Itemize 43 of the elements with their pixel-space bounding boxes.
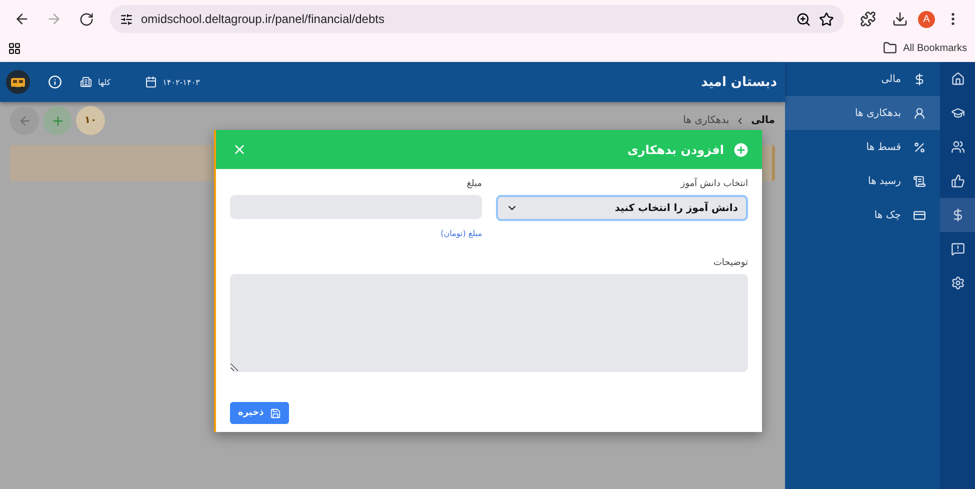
building-icon: [80, 76, 92, 88]
sidebar-heading: مالی: [881, 74, 901, 84]
branch-selector[interactable]: کلها: [80, 76, 111, 88]
arrow-left-icon: [18, 114, 32, 128]
breadcrumb-item[interactable]: مالی: [751, 115, 775, 126]
percent-icon: [913, 140, 926, 154]
school-name: دبستان امید: [701, 74, 777, 90]
sidebar-item[interactable]: چک ها: [785, 198, 940, 232]
dollar-icon: [913, 72, 926, 86]
sidebar-item[interactable]: بدهکاری ها: [785, 96, 940, 130]
address-bar[interactable]: omidschool.deltagroup.ir/panel/financial/debts: [110, 5, 844, 33]
profile-avatar[interactable]: A: [918, 10, 935, 28]
bookmarks-folder[interactable]: All Bookmarks: [883, 41, 967, 55]
plus-circle-icon: [732, 140, 750, 158]
field-label: مبلغ: [466, 179, 482, 189]
calendar-icon: [144, 76, 157, 88]
zoom-icon[interactable]: [796, 12, 811, 26]
url-text: omidschool.deltagroup.ir/panel/financial/debts: [141, 12, 386, 26]
field-label: انتخاب دانش آموز: [679, 179, 748, 189]
amount-field[interactable]: [230, 195, 482, 219]
close-icon: [232, 142, 247, 157]
info-icon[interactable]: [48, 75, 62, 89]
site-settings-icon[interactable]: [120, 12, 133, 26]
school-bus-logo: [6, 70, 30, 94]
card-icon: [913, 208, 926, 222]
sidebar-item[interactable]: رسید ها: [785, 164, 940, 198]
count-badge[interactable]: ۱۰: [76, 106, 105, 135]
breadcrumb-item[interactable]: بدهکاری ها: [683, 115, 730, 126]
plus-icon: [50, 114, 64, 128]
folder-icon: [883, 41, 898, 55]
field-label: توضیحات: [712, 258, 748, 268]
dialog-title: افزودن بدهکاری: [627, 142, 724, 156]
apps-icon[interactable]: [8, 42, 21, 54]
year-selector[interactable]: ۱۴۰۲-۱۴۰۳: [144, 76, 200, 88]
sidebar-item[interactable]: قسط ها: [785, 130, 940, 164]
scroll-icon: [913, 174, 926, 188]
field-hint: مبلغ (تومان): [440, 229, 482, 238]
save-button[interactable]: ذخیره: [230, 402, 289, 424]
star-icon[interactable]: [819, 12, 834, 26]
user-icon: [913, 106, 926, 120]
dollar-icon[interactable]: [940, 198, 975, 232]
description-field[interactable]: [230, 274, 748, 372]
student-select[interactable]: دانش آموز را انتخاب کنید: [496, 195, 748, 221]
